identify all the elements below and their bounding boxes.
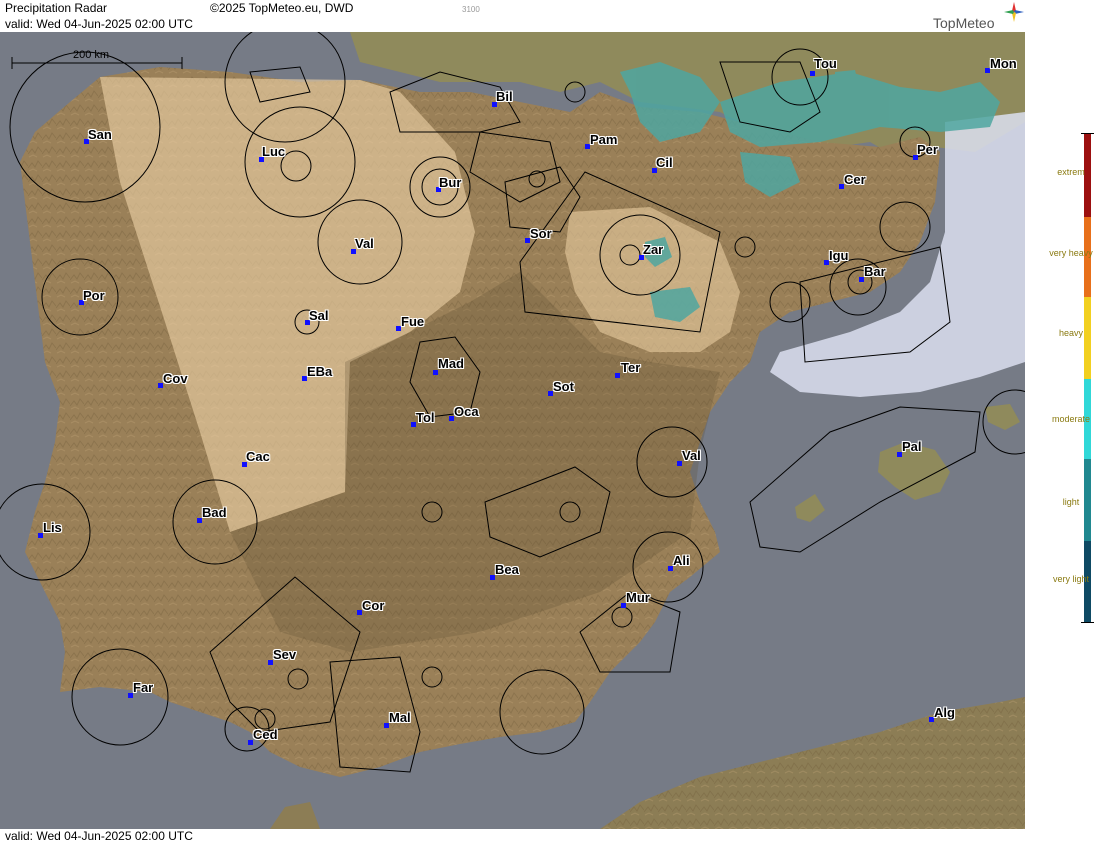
product-code: 3100 xyxy=(462,5,480,14)
legend-label-moderate: moderate xyxy=(1051,414,1091,424)
city-label-bur: Bur xyxy=(439,175,462,190)
scale-bar-label: 200 km xyxy=(73,49,109,61)
city-label-zar: Zar xyxy=(643,242,664,257)
city-label-ali: Ali xyxy=(673,553,690,568)
city-label-bar: Bar xyxy=(864,264,886,279)
city-label-cer: Cer xyxy=(844,172,866,187)
city-label-bad: Bad xyxy=(202,505,227,520)
city-label-san: San xyxy=(88,127,112,142)
legend-label-very-heavy: very heavy xyxy=(1049,248,1093,258)
legend-label-heavy: heavy xyxy=(1058,328,1084,338)
city-label-mad: Mad xyxy=(438,356,464,371)
map-title: Precipitation Radar xyxy=(5,1,108,15)
city-label-por: Por xyxy=(83,288,105,303)
topmeteo-logo[interactable]: TopMeteo xyxy=(933,15,994,31)
city-label-val: Val xyxy=(355,236,374,251)
city-label-bea: Bea xyxy=(495,562,519,577)
city-label-oca: Oca xyxy=(454,404,479,419)
header-bar: Precipitation Radar valid: Wed 04-Jun-20… xyxy=(0,0,1025,32)
city-label-sev: Sev xyxy=(273,647,297,662)
legend-label-very-light: very light xyxy=(1052,574,1089,584)
city-label-mal: Mal xyxy=(389,710,411,725)
copyright-text: ©2025 TopMeteo.eu, DWD xyxy=(210,1,354,15)
city-label-luc: Luc xyxy=(262,144,286,159)
city-label-alg: Alg xyxy=(934,705,955,720)
city-label-lis: Lis xyxy=(43,520,62,535)
city-label-ter: Ter xyxy=(621,360,641,375)
legend-tick xyxy=(1081,133,1094,134)
city-label-sal: Sal xyxy=(309,308,329,323)
city-label-ced: Ced xyxy=(253,727,278,742)
legend-label-extrem: extrem xyxy=(1057,167,1085,177)
city-label-sor: Sor xyxy=(530,226,552,241)
city-label-igu: Igu xyxy=(829,248,849,263)
city-label-cov: Cov xyxy=(163,371,188,386)
station-dot xyxy=(810,71,815,76)
city-label-fue: Fue xyxy=(401,314,425,329)
city-label-bil: Bil xyxy=(496,89,513,104)
legend-color-bar xyxy=(1084,133,1091,623)
city-label-cil: Cil xyxy=(656,155,673,170)
city-label-per: Per xyxy=(917,142,938,157)
valid-time-bottom: valid: Wed 04-Jun-2025 02:00 UTC xyxy=(5,829,193,843)
city-label-cac: Cac xyxy=(246,449,270,464)
legend-tick xyxy=(1081,622,1094,623)
city-label-far: Far xyxy=(133,680,154,695)
city-label-val-east: Val xyxy=(682,448,701,463)
legend-panel: extrem very heavy heavy moderate light v… xyxy=(1025,0,1117,843)
valid-time-top: valid: Wed 04-Jun-2025 02:00 UTC xyxy=(5,17,193,31)
footer-bar: valid: Wed 04-Jun-2025 02:00 UTC xyxy=(0,829,1025,843)
radar-map[interactable]: 200 km xyxy=(0,32,1025,829)
city-label-mon: Mon xyxy=(990,56,1017,71)
city-label-cor: Cor xyxy=(362,598,385,613)
city-label-eba: EBa xyxy=(307,364,333,379)
city-label-tou: Tou xyxy=(814,56,837,71)
legend-label-light: light xyxy=(1062,497,1080,507)
compass-logo-icon xyxy=(1004,2,1024,22)
legend-swatch-heavy xyxy=(1084,297,1091,379)
city-label-mur: Mur xyxy=(626,590,650,605)
city-label-pam: Pam xyxy=(590,132,618,147)
city-label-pal: Pal xyxy=(902,439,922,454)
station-dot xyxy=(615,373,620,378)
city-label-sot: Sot xyxy=(553,379,574,394)
city-label-tol: Tol xyxy=(416,410,435,425)
